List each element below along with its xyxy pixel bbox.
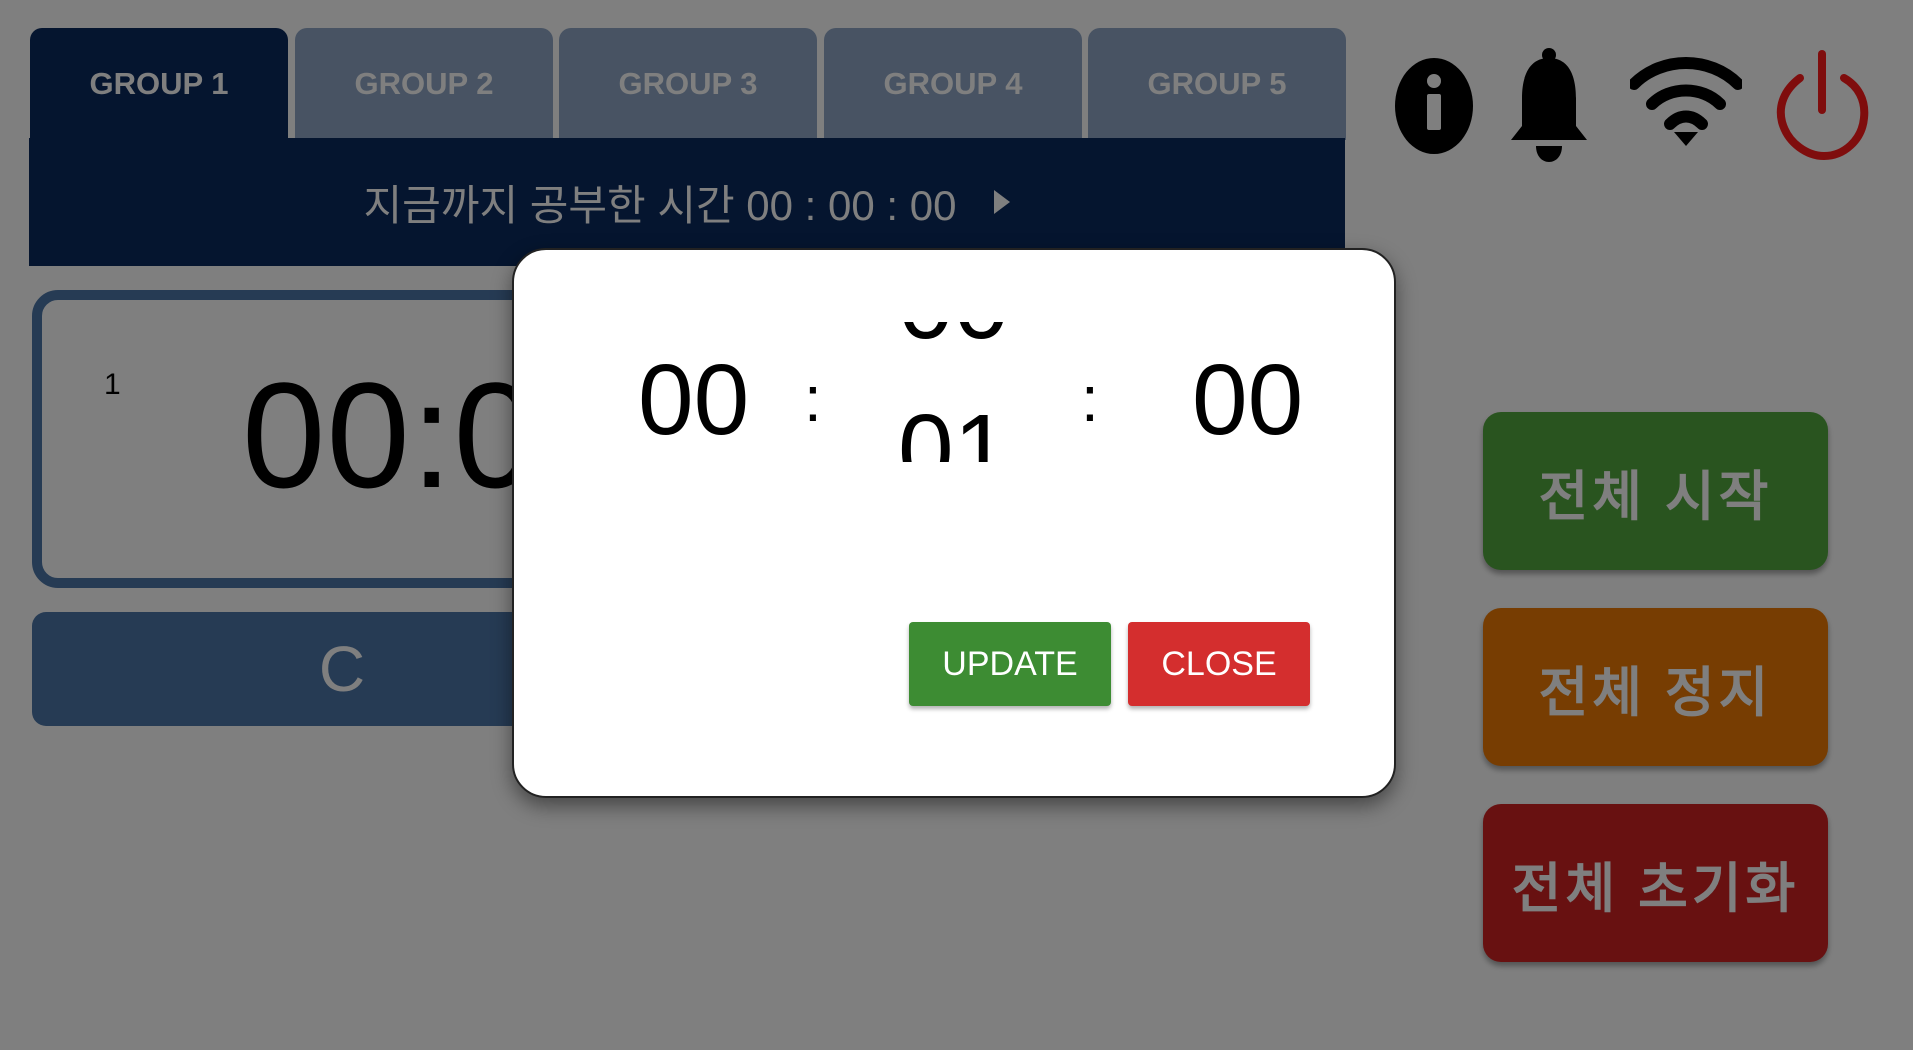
minutes-previous-value: 00	[898, 322, 1009, 354]
minutes-wheel[interactable]: 00 01	[894, 322, 1024, 462]
time-picker: 00 : 00 01 : 00	[514, 250, 1394, 510]
minutes-current-value: 01	[898, 394, 1010, 462]
close-label: CLOSE	[1161, 644, 1277, 683]
time-separator: :	[804, 363, 822, 435]
time-picker-dialog: 00 : 00 01 : 00 UPDATE CLOSE	[512, 248, 1396, 798]
update-button[interactable]: UPDATE	[909, 622, 1111, 706]
seconds-value[interactable]: 00	[1192, 350, 1303, 450]
update-label: UPDATE	[942, 644, 1078, 683]
close-button[interactable]: CLOSE	[1128, 622, 1310, 706]
app-screen: GROUP 1 GROUP 2 GROUP 3 GROUP 4 GROUP 5 …	[0, 0, 1913, 1050]
time-separator: :	[1081, 363, 1099, 435]
hours-value[interactable]: 00	[638, 350, 749, 450]
